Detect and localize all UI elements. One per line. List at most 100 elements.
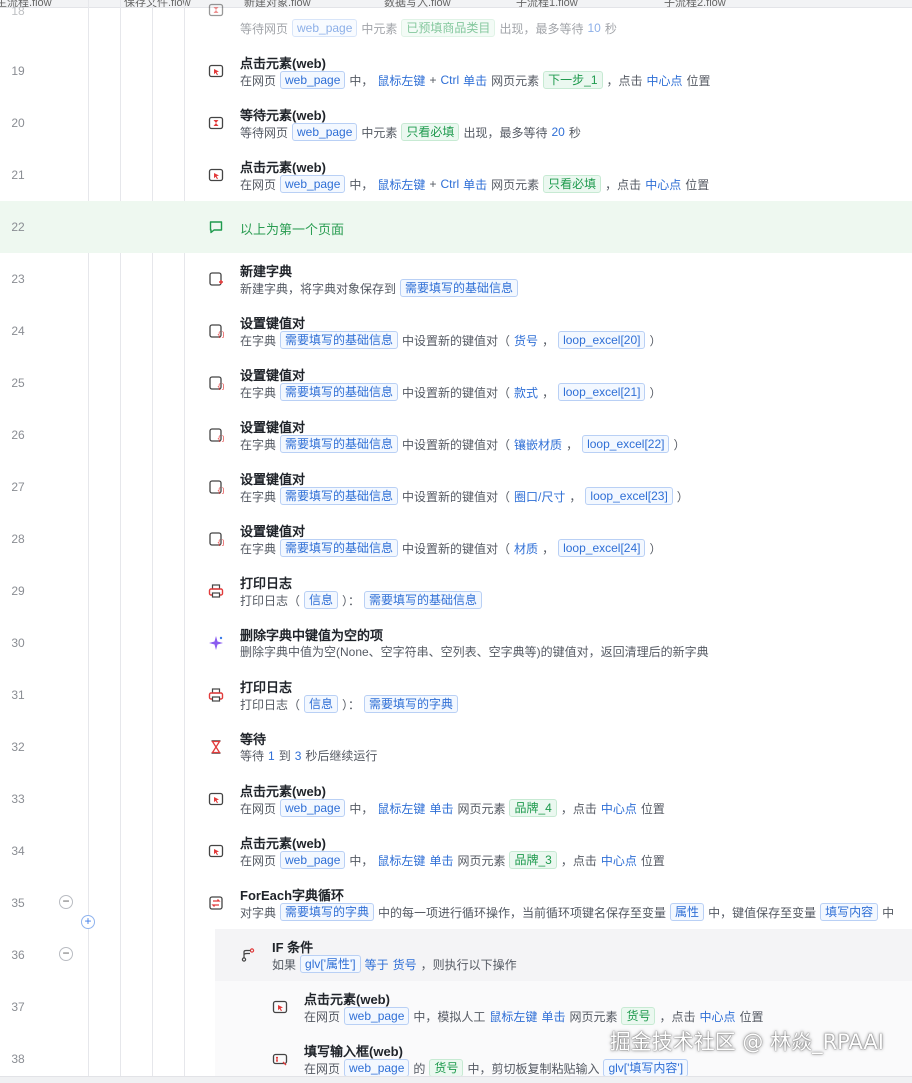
element-chip[interactable]: 货号 — [621, 1007, 656, 1025]
click-element-icon — [208, 167, 224, 183]
step-description: 在字典 需要填写的基础信息 中设置新的键值对（ 款式， loop_excel[21]） — [240, 383, 665, 401]
variable-chip[interactable]: 需要填写的基础信息 — [364, 591, 483, 609]
variable-chip[interactable]: web_page — [280, 799, 346, 817]
element-chip[interactable]: 品牌_4 — [509, 799, 557, 817]
variable-chip[interactable]: 属性 — [670, 903, 705, 921]
step-title: 点击元素(web) — [240, 56, 326, 71]
variable-chip[interactable]: loop_excel[21] — [558, 383, 646, 401]
desc-text: 中， — [349, 73, 374, 88]
desc-text: 中设置新的键值对（ — [402, 385, 511, 400]
flow-step-row[interactable]: 30 删除字典中键值为空的项 删除字典中值为空(None、空字符串、空列表、空字典等… — [0, 617, 912, 669]
line-number: 37 — [11, 1000, 25, 1014]
element-chip[interactable]: 只看必填 — [401, 123, 460, 141]
variable-chip[interactable]: glv['属性'] — [300, 955, 361, 973]
line-number: 27 — [11, 480, 25, 494]
comment-icon — [208, 219, 224, 235]
element-chip[interactable]: 只看必填 — [543, 175, 602, 193]
collapse-toggle[interactable]: − — [59, 947, 73, 961]
flow-step-row[interactable]: 23 新建字典 新建字典，将字典对象保存到 需要填写的基础信息 — [0, 253, 912, 305]
flow-step-row[interactable]: 36 − IF 条件 如果 glv['属性'] 等于 货号 ，则执行以下操作 — [11, 929, 912, 981]
step-description: 等待 1 到 3 秒后继续运行 — [240, 747, 381, 764]
step-title: 设置键值对 — [240, 316, 306, 331]
desc-text: 位置 — [640, 801, 665, 816]
step-description: 在字典 需要填写的基础信息 中设置新的键值对（ 圈口/尺寸， loop_excel[23… — [240, 487, 693, 505]
element-chip[interactable]: 品牌_3 — [509, 851, 557, 869]
dict-set-icon: {} — [208, 323, 224, 339]
variable-chip[interactable]: 需要填写的基础信息 — [280, 383, 399, 401]
keyword-token: 鼠标左键 — [489, 1009, 538, 1024]
desc-text: 中元素 — [361, 125, 398, 140]
line-number: 20 — [11, 116, 25, 130]
flow-step-row[interactable]: 25 {} 设置键值对在字典需要填写的基础信息中设置新的键值对（款式，loop_ex… — [0, 357, 912, 409]
variable-chip[interactable]: web_page — [280, 175, 346, 193]
flow-step-row[interactable]: 33 点击元素(web) 在网页 web_page 中， 鼠标左键 单击 网页元素 品牌_4 ，点… — [0, 773, 912, 825]
line-number: 35 — [11, 896, 25, 910]
flow-step-row[interactable]: 19 点击元素(web) 在网页 web_page 中， 鼠标左键 + Ctrl 单击 网页元素下… — [0, 45, 912, 97]
variable-chip[interactable]: 需要填写的基础信息 — [280, 435, 399, 453]
desc-text: 中，剪切板复制粘贴输入 — [467, 1061, 600, 1076]
variable-chip[interactable]: loop_excel[20] — [558, 331, 646, 349]
step-title: 设置键值对 — [240, 420, 306, 435]
svg-text:{}: {} — [217, 383, 224, 391]
variable-chip: 已预填商品类目 — [401, 19, 496, 37]
element-chip[interactable]: 下一步_1 — [543, 71, 603, 89]
variable-chip[interactable]: web_page — [344, 1007, 410, 1025]
keyword-token: 圈口/尺寸 — [514, 489, 566, 504]
variable-chip[interactable]: 填写内容 — [820, 903, 879, 921]
element-chip[interactable]: 货号 — [429, 1059, 464, 1077]
flow-step-row[interactable]: 20 等待元素(web) 等待网页 web_page 中元素 只看必填 出现，最多等待 20 秒 — [0, 97, 912, 149]
desc-text: 在字典 — [240, 385, 277, 400]
dict-set-icon: {} — [208, 427, 224, 443]
line-number: 21 — [11, 168, 25, 182]
flow-step-row[interactable]: 29 打印日志 打印日志（ 信息）： 需要填写的基础信息 — [0, 565, 912, 617]
variable-chip[interactable]: web_page — [280, 71, 346, 89]
step-title: 填写输入框(web) — [304, 1044, 403, 1059]
line-number: 22 — [11, 220, 25, 234]
step-description: 删除字典中值为空(None、空字符串、空列表、空字典等)的键值对，返回清理后的新… — [240, 643, 713, 660]
variable-chip[interactable]: loop_excel[24] — [558, 539, 646, 557]
desc-text: ， — [542, 541, 555, 556]
variable-chip[interactable]: 需要填写的基础信息 — [400, 279, 519, 297]
svg-text:{}: {} — [217, 539, 224, 547]
flow-step-row[interactable]: 18 等待网页 web_page 中元素 已预填商品类目 出现，最多等待 10 秒 — [0, 0, 912, 37]
flow-step-row[interactable]: 26 {} 设置键值对在字典需要填写的基础信息中设置新的键值对（镶嵌材质，loop_… — [0, 409, 912, 461]
variable-chip[interactable]: loop_excel[23] — [585, 487, 673, 505]
keyword-token: 单击 — [463, 177, 488, 192]
variable-chip[interactable]: web_page — [292, 123, 358, 141]
desc-text: ）： — [342, 593, 361, 608]
variable-chip[interactable]: 需要填写的基础信息 — [280, 487, 399, 505]
flow-step-row[interactable]: 27 {} 设置键值对在字典需要填写的基础信息中设置新的键值对（圈口/尺寸，loop… — [0, 461, 912, 513]
variable-chip[interactable]: 需要填写的字典 — [280, 903, 375, 921]
add-step-button[interactable]: + — [81, 915, 95, 929]
flow-step-row[interactable]: 32 等待 等待 1 到 3 秒后继续运行 — [0, 721, 912, 773]
flow-step-row[interactable]: 34 点击元素(web) 在网页 web_page 中， 鼠标左键 单击 网页元素 品牌_3 ，点… — [0, 825, 912, 877]
flow-step-row[interactable]: 31 打印日志 打印日志（ 信息）： 需要填写的字典 — [0, 669, 912, 721]
desc-text: 中元素 — [361, 21, 398, 36]
comment-row[interactable]: 22 以上为第一个页面 — [0, 201, 912, 253]
variable-chip[interactable]: loop_excel[22] — [582, 435, 670, 453]
flow-step-row[interactable]: 28 {} 设置键值对在字典需要填写的基础信息中设置新的键值对（材质，loop_ex… — [0, 513, 912, 565]
variable-chip[interactable]: 需要填写的字典 — [364, 695, 459, 713]
desc-text: ） — [649, 541, 662, 556]
collapse-toggle[interactable]: − — [59, 895, 73, 909]
hourglass-icon — [208, 739, 224, 755]
line-number: 29 — [11, 584, 25, 598]
flow-step-row[interactable]: 35 − ForEach字典循环 对字典 需要填写的字典 中的每一项进行循环操作，当前循环… — [0, 877, 912, 929]
desc-text: 中设置新的键值对（ — [402, 541, 511, 556]
desc-text: 在字典 — [240, 333, 277, 348]
dict-set-icon: {} — [208, 531, 224, 547]
flow-step-row[interactable]: 21 点击元素(web) 在网页 web_page 中， 鼠标左键 + Ctrl 单击 网页元素只… — [0, 149, 912, 201]
variable-chip[interactable]: 需要填写的基础信息 — [280, 539, 399, 557]
variable-chip[interactable]: web_page — [280, 851, 346, 869]
desc-text: 位置 — [686, 73, 711, 88]
dict-set-icon: {} — [208, 479, 224, 495]
variable-chip[interactable]: 信息 — [304, 591, 339, 609]
bottom-scrollbar[interactable] — [0, 1076, 912, 1083]
variable-chip[interactable]: 需要填写的基础信息 — [280, 331, 399, 349]
line-number: 25 — [11, 376, 25, 390]
step-description: 打印日志（ 信息）： 需要填写的字典 — [240, 695, 462, 713]
variable-chip[interactable]: web_page — [344, 1059, 410, 1077]
variable-chip[interactable]: 信息 — [304, 695, 339, 713]
flow-step-row[interactable]: 24 {} 设置键值对在字典需要填写的基础信息中设置新的键值对（货号，loop_ex… — [0, 305, 912, 357]
variable-chip[interactable]: glv['填写内容'] — [603, 1059, 689, 1077]
